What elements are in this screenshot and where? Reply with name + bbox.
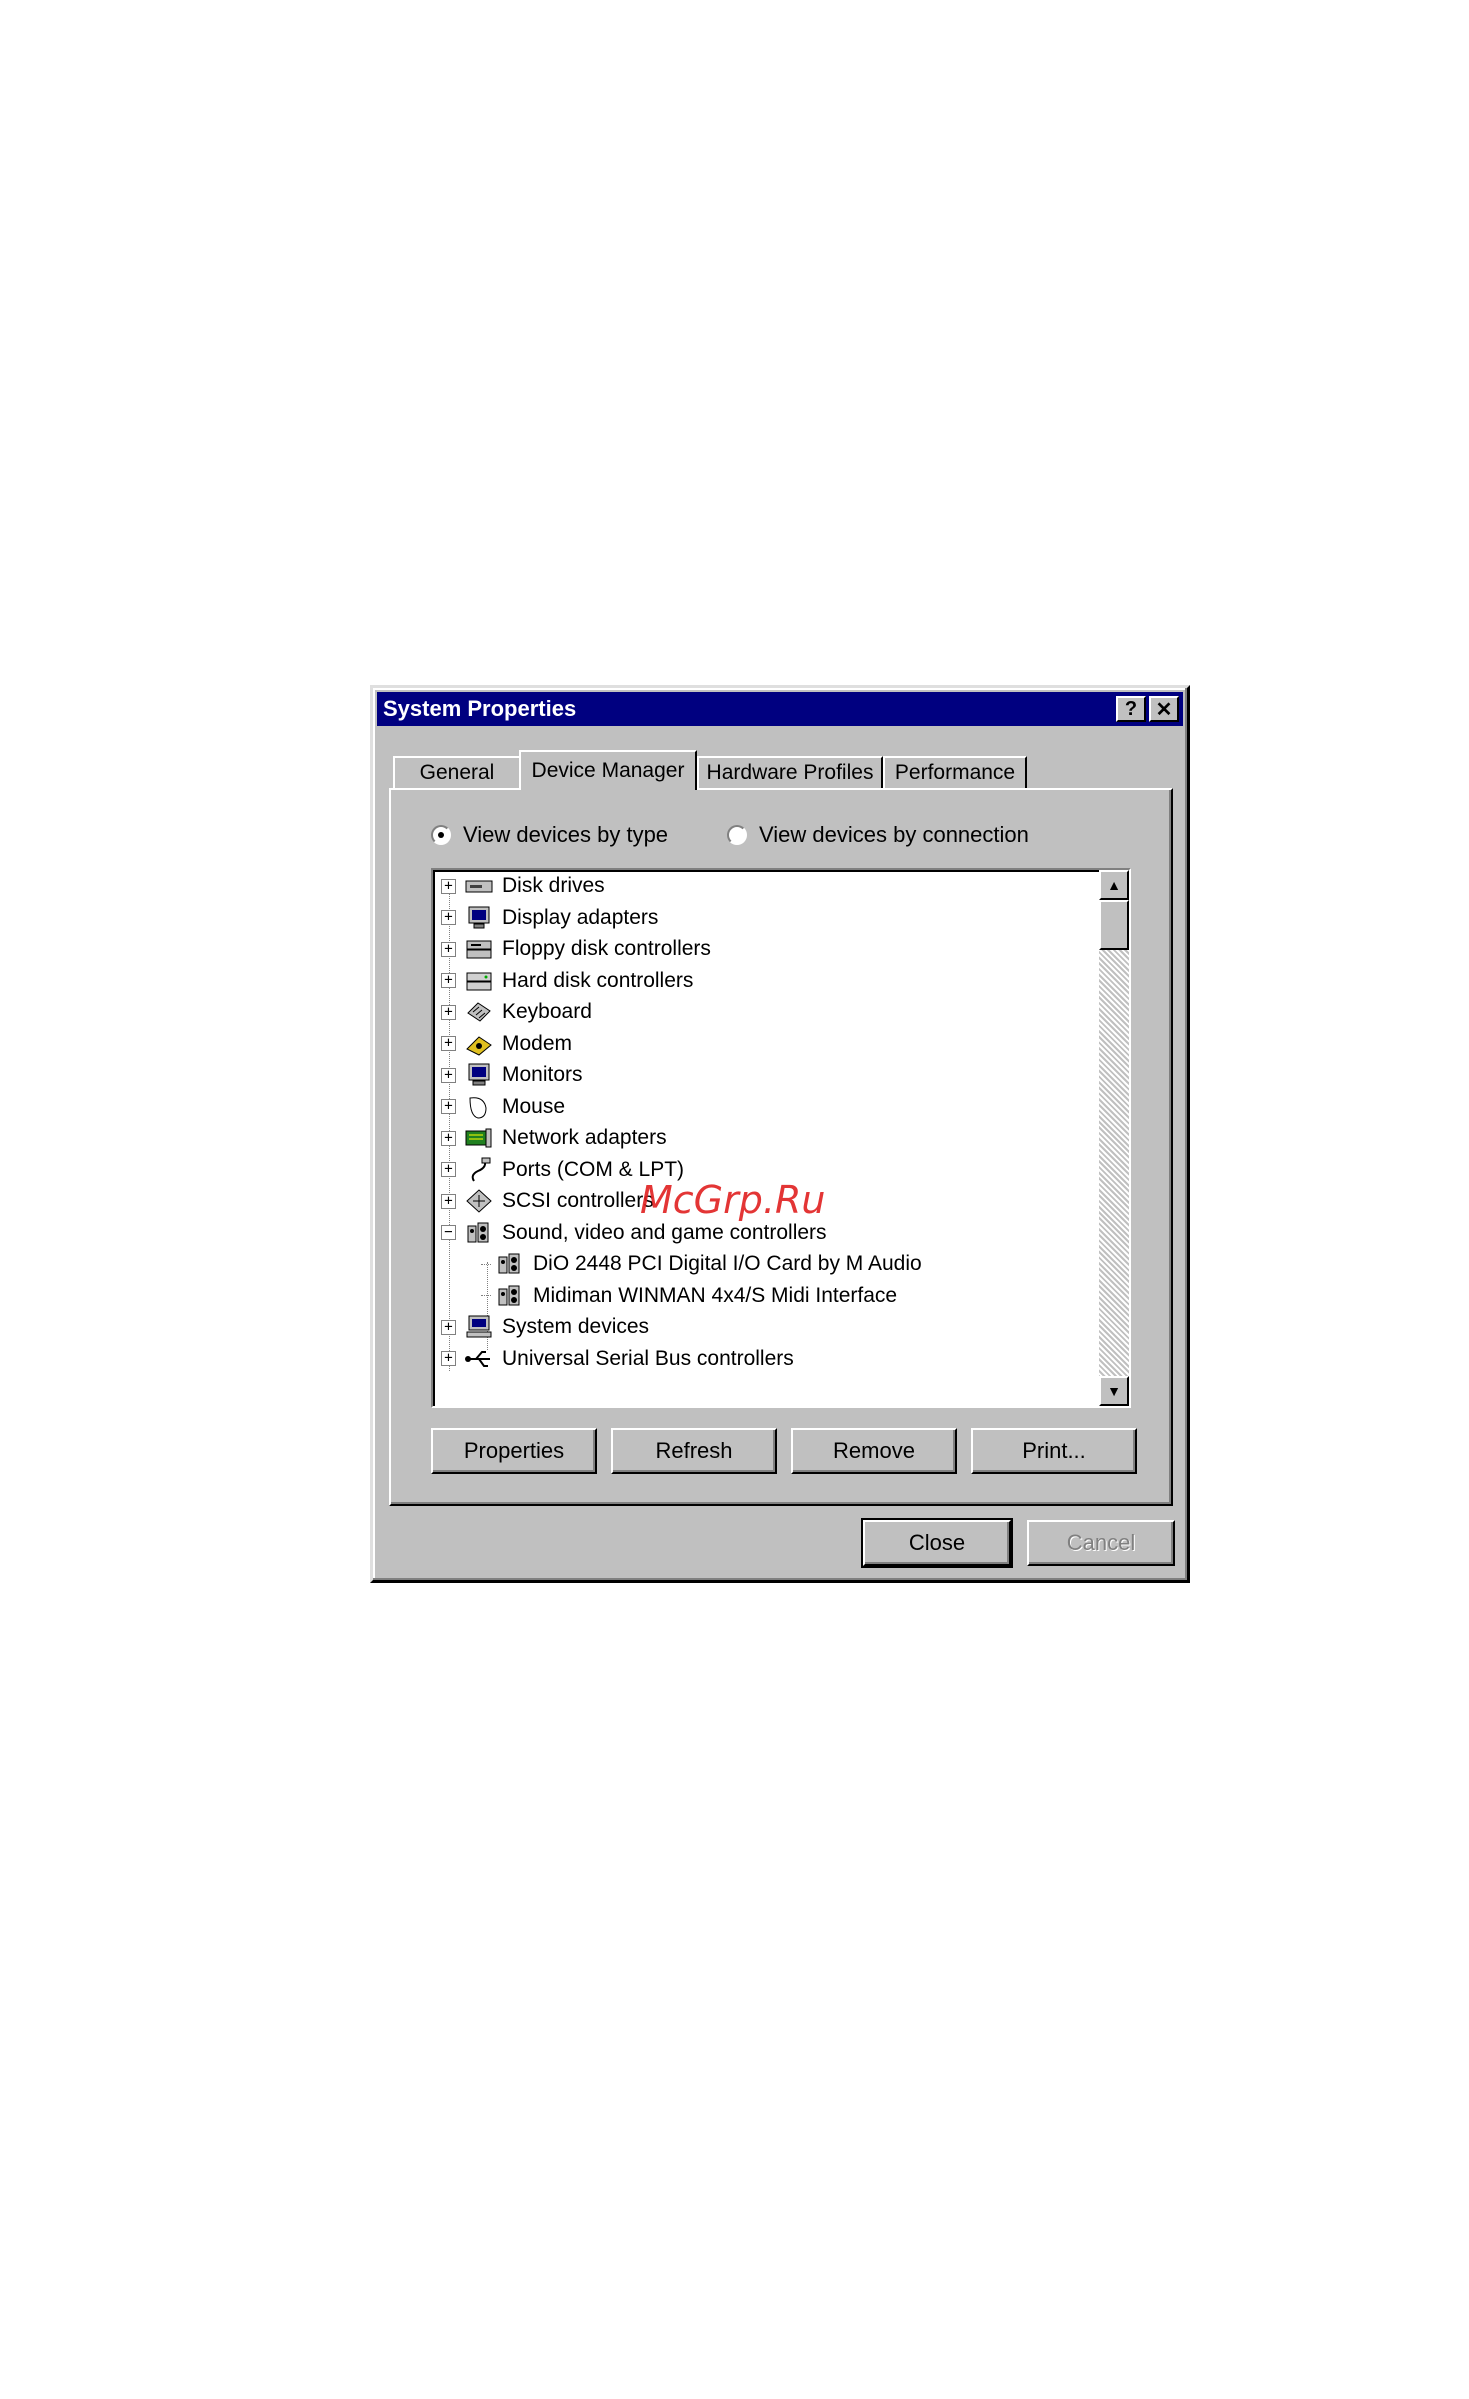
- tree-item-label: Disk drives: [502, 874, 605, 897]
- monitor-icon: [464, 1062, 494, 1088]
- tree-category-item[interactable]: + Mouse: [441, 1091, 565, 1123]
- tree-item-label: Monitors: [502, 1063, 583, 1086]
- tree-item-label: Hard disk controllers: [502, 968, 694, 992]
- device-manager-panel: View devices by type View devices by con…: [389, 788, 1173, 1506]
- tab-performance[interactable]: Performance: [883, 756, 1027, 788]
- tree-item-label: SCSI controllers: [502, 1189, 654, 1212]
- expand-icon[interactable]: +: [441, 1162, 456, 1177]
- expand-icon[interactable]: +: [441, 1036, 456, 1051]
- expand-icon[interactable]: +: [441, 1004, 456, 1020]
- refresh-button[interactable]: Refresh: [611, 1428, 777, 1474]
- port-icon: [464, 1157, 494, 1183]
- vertical-scrollbar[interactable]: ▲ ▼: [1099, 870, 1129, 1406]
- expand-icon[interactable]: +: [441, 1130, 456, 1146]
- window-title: System Properties: [383, 696, 577, 721]
- tree-item-label: Keyboard: [502, 1000, 592, 1023]
- tab-general[interactable]: General: [393, 756, 521, 788]
- tree-guide-line: [481, 1295, 491, 1296]
- network-adapter-icon: [464, 1125, 494, 1151]
- tree-guide-line: [481, 1263, 491, 1265]
- tree-item-label: Midiman WINMAN 4x4/S Midi Interface: [533, 1283, 898, 1307]
- tree-device-item[interactable]: Midiman WINMAN 4x4/S Midi Interface: [481, 1280, 897, 1312]
- expand-icon[interactable]: +: [441, 1351, 456, 1366]
- tree-category-item[interactable]: + Hard disk controllers: [441, 965, 693, 997]
- tree-item-label: Mouse: [502, 1094, 566, 1118]
- tree-device-item[interactable]: DiO 2448 PCI Digital I/O Card by M Audio: [481, 1248, 922, 1280]
- tree-category-item[interactable]: + Disk drives: [441, 870, 605, 902]
- expand-icon[interactable]: +: [441, 973, 456, 988]
- tree-item-label: System devices: [502, 1315, 650, 1338]
- radio-unselected-icon: [727, 825, 747, 845]
- radio-view-by-connection[interactable]: View devices by connection: [727, 822, 1029, 848]
- tree-category-item[interactable]: + Keyboard: [441, 996, 592, 1028]
- scroll-up-arrow-icon[interactable]: ▲: [1099, 870, 1129, 900]
- mouse-icon: [464, 1094, 494, 1120]
- tree-category-item[interactable]: + Modem: [441, 1028, 572, 1060]
- cancel-button[interactable]: Cancel: [1027, 1520, 1175, 1566]
- tab-hardware-profiles[interactable]: Hardware Profiles: [697, 756, 883, 788]
- system-device-icon: [464, 1314, 494, 1340]
- remove-button[interactable]: Remove: [791, 1428, 957, 1474]
- radio-selected-icon: [431, 825, 451, 845]
- tree-item-label: Universal Serial Bus controllers: [502, 1346, 794, 1370]
- expand-icon[interactable]: +: [441, 1319, 456, 1335]
- tree-category-item[interactable]: + System devices: [441, 1311, 649, 1343]
- radio-view-by-type[interactable]: View devices by type: [431, 822, 668, 848]
- expand-icon[interactable]: +: [441, 941, 456, 957]
- display-adapter-icon: [464, 905, 494, 931]
- collapse-icon[interactable]: −: [441, 1225, 456, 1240]
- scroll-thumb[interactable]: [1099, 900, 1129, 950]
- tree-item-label: DiO 2448 PCI Digital I/O Card by M Audio: [533, 1252, 922, 1275]
- close-window-button[interactable]: ✕: [1149, 696, 1179, 722]
- tree-item-label: Modem: [502, 1031, 573, 1055]
- scsi-controller-icon: [464, 1188, 494, 1214]
- tree-category-item[interactable]: + Universal Serial Bus controllers: [441, 1343, 794, 1375]
- modem-icon: [464, 1031, 494, 1057]
- tree-category-item[interactable]: + Monitors: [441, 1059, 583, 1091]
- sound-device-icon: [495, 1283, 525, 1309]
- title-bar[interactable]: System Properties ? ✕: [377, 692, 1183, 726]
- radio-label: View devices by connection: [759, 822, 1029, 847]
- print-button[interactable]: Print...: [971, 1428, 1137, 1474]
- tree-item-label: Sound, video and game controllers: [502, 1220, 827, 1244]
- tree-category-item[interactable]: + Display adapters: [441, 902, 658, 934]
- scroll-down-arrow-icon[interactable]: ▼: [1099, 1376, 1129, 1406]
- tree-category-item[interactable]: + Network adapters: [441, 1122, 667, 1154]
- expand-icon[interactable]: +: [441, 1067, 456, 1083]
- sound-controller-icon: [464, 1220, 494, 1246]
- hard-disk-controller-icon: [464, 968, 494, 994]
- tree-category-item[interactable]: + SCSI controllers: [441, 1185, 654, 1217]
- properties-button[interactable]: Properties: [431, 1428, 597, 1474]
- tab-device-manager[interactable]: Device Manager: [519, 750, 697, 790]
- keyboard-icon: [464, 999, 494, 1025]
- expand-icon[interactable]: +: [441, 1099, 456, 1114]
- watermark-text: McGrp.Ru: [640, 1178, 826, 1222]
- disk-drive-icon: [464, 873, 494, 899]
- expand-icon[interactable]: +: [441, 878, 456, 894]
- sound-device-icon: [495, 1251, 525, 1277]
- help-button[interactable]: ?: [1116, 696, 1146, 722]
- usb-controller-icon: [464, 1346, 494, 1372]
- device-tree[interactable]: ▲ ▼ + Disk drives + Display adapters + Floppy…: [431, 868, 1131, 1408]
- expand-icon[interactable]: +: [441, 910, 456, 925]
- tree-item-label: Display adapters: [502, 905, 659, 929]
- radio-label: View devices by type: [463, 822, 669, 847]
- floppy-controller-icon: [464, 936, 494, 962]
- close-button[interactable]: Close: [861, 1518, 1013, 1568]
- system-properties-dialog: System Properties ? ✕ General Device Man…: [370, 685, 1190, 1583]
- tree-category-item[interactable]: + Floppy disk controllers: [441, 933, 711, 965]
- tree-item-label: Network adapters: [502, 1126, 667, 1149]
- expand-icon[interactable]: +: [441, 1193, 456, 1209]
- tree-item-label: Floppy disk controllers: [502, 937, 711, 960]
